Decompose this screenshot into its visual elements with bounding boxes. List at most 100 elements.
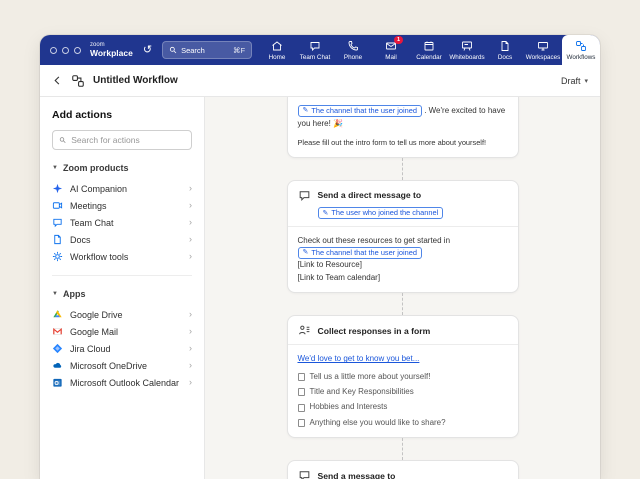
sidebar-item-microsoft-outlook-calendar[interactable]: Microsoft Outlook Calendar › (52, 374, 192, 391)
sidebar-item-workflow-tools[interactable]: Workflow tools › (52, 248, 192, 265)
form-field-icon (298, 388, 305, 396)
top-bar: zoom Workplace ↺ Search ⌘F Home Team Cha… (40, 35, 600, 65)
form-question-row: Anything else you would like to share? (298, 417, 508, 429)
form-field-icon (298, 373, 305, 381)
section-divider (52, 275, 192, 276)
chat-bubble-icon (298, 469, 311, 479)
form-field-icon (298, 404, 305, 412)
chevron-right-icon: › (189, 361, 192, 370)
nav-home[interactable]: Home (258, 35, 296, 65)
nav-calendar[interactable]: Calendar (410, 35, 448, 65)
status-badge: Draft (561, 76, 581, 86)
meetings-icon (52, 200, 63, 211)
message-text: Please fill out the intro form to tell u… (298, 137, 508, 149)
pencil-icon: ✎ (303, 248, 309, 259)
nav-whiteboards[interactable]: Whiteboards (448, 35, 486, 65)
chevron-right-icon: › (189, 252, 192, 261)
workspaces-icon (537, 40, 549, 52)
google-mail-icon (52, 326, 63, 337)
actions-search-input[interactable] (71, 135, 185, 145)
search-shortcut: ⌘F (233, 46, 245, 55)
message-text: Check out these resources to get started… (298, 235, 508, 247)
chevron-right-icon: › (189, 235, 192, 244)
caret-down-icon: ▼ (52, 291, 58, 297)
card-title: Send a direct message to (318, 190, 422, 200)
sidebar-item-google-mail[interactable]: Google Mail › (52, 323, 192, 340)
chevron-right-icon: › (189, 218, 192, 227)
phone-icon (347, 40, 359, 52)
form-person-icon (298, 324, 311, 337)
nav-team-chat[interactable]: Team Chat (296, 35, 334, 65)
form-question-row: Title and Key Responsibilities (298, 386, 508, 398)
workflow-card-collect-form[interactable]: Collect responses in a form We'd love to… (287, 315, 519, 438)
variable-chip[interactable]: ✎The user who joined the channel (318, 207, 444, 219)
zoom-window-button[interactable] (74, 47, 81, 54)
main-nav: Home Team Chat Phone 1 Mail Calendar (258, 35, 600, 65)
chevron-down-icon: ▾ (584, 77, 588, 85)
back-button[interactable] (52, 75, 63, 86)
home-icon (271, 40, 283, 52)
nav-workflows[interactable]: Workflows (562, 35, 600, 65)
team-chat-icon (52, 217, 63, 228)
sidebar-item-docs[interactable]: Docs › (52, 231, 192, 248)
variable-chip[interactable]: ✎The channel that the user joined (298, 105, 422, 117)
pencil-icon: ✎ (323, 209, 329, 217)
nav-mail[interactable]: 1 Mail (372, 35, 410, 65)
nav-phone[interactable]: Phone (334, 35, 372, 65)
workflow-canvas[interactable]: ✎The channel that the user joined . We'r… (205, 97, 600, 479)
link-placeholder: [Link to Resource] (298, 259, 508, 271)
card-title: Send a message to (318, 471, 396, 479)
mail-badge: 1 (394, 36, 403, 44)
history-icon[interactable]: ↺ (143, 45, 152, 56)
chevron-right-icon: › (189, 327, 192, 336)
search-icon (169, 46, 177, 54)
sidebar-item-team-chat[interactable]: Team Chat › (52, 214, 192, 231)
nav-docs[interactable]: Docs (486, 35, 524, 65)
message-text: ✎The channel that the user joined . We'r… (298, 105, 508, 131)
form-title-link[interactable]: We'd love to get to know you bet... (298, 353, 420, 365)
variable-chip[interactable]: ✎The channel that the user joined (298, 247, 422, 259)
actions-search[interactable] (52, 130, 192, 150)
ai-companion-icon (52, 183, 63, 194)
workflow-header: Untitled Workflow Draft ▾ (40, 65, 600, 97)
docs-icon (52, 234, 63, 245)
card-title: Collect responses in a form (318, 326, 431, 336)
draft-status-dropdown[interactable]: Draft ▾ (561, 76, 588, 86)
flow-connector (402, 158, 403, 180)
chevron-right-icon: › (189, 184, 192, 193)
workflow-card-channel-message[interactable]: Send a message to ✎The channel that the … (287, 460, 519, 479)
nav-workspaces[interactable]: Workspaces (524, 35, 562, 65)
minimize-window-button[interactable] (62, 47, 69, 54)
sidebar-item-jira-cloud[interactable]: Jira Cloud › (52, 340, 192, 357)
workflow-flow: ✎The channel that the user joined . We'r… (287, 97, 519, 479)
docs-icon (499, 40, 511, 52)
outlook-calendar-icon (52, 377, 63, 388)
chevron-left-icon (52, 75, 63, 86)
sidebar-item-meetings[interactable]: Meetings › (52, 197, 192, 214)
global-search[interactable]: Search ⌘F (162, 41, 252, 59)
sidebar-item-google-drive[interactable]: Google Drive › (52, 306, 192, 323)
chevron-right-icon: › (189, 378, 192, 387)
sidebar-title: Add actions (52, 109, 192, 121)
window-controls[interactable] (40, 47, 81, 54)
chevron-right-icon: › (189, 201, 192, 210)
sidebar-item-microsoft-onedrive[interactable]: Microsoft OneDrive › (52, 357, 192, 374)
flow-connector (402, 293, 403, 315)
caret-down-icon: ▼ (52, 165, 58, 171)
form-question-row: Tell us a little more about yourself! (298, 371, 508, 383)
section-apps[interactable]: ▼ Apps (52, 289, 192, 299)
chat-bubble-icon (298, 189, 311, 202)
gear-icon (52, 251, 63, 262)
zoom-workplace-logo: zoom Workplace (90, 42, 133, 57)
workflow-card-direct-message[interactable]: Send a direct message to ✎The user who j… (287, 180, 519, 294)
sidebar-item-ai-companion[interactable]: AI Companion › (52, 180, 192, 197)
section-zoom-products[interactable]: ▼ Zoom products (52, 163, 192, 173)
pencil-icon: ✎ (303, 105, 309, 116)
form-field-icon (298, 419, 305, 427)
chevron-right-icon: › (189, 310, 192, 319)
jira-icon (52, 343, 63, 354)
workflow-card-welcome-message[interactable]: ✎The channel that the user joined . We'r… (287, 97, 519, 158)
google-drive-icon (52, 309, 63, 320)
workflows-icon (575, 40, 587, 52)
close-window-button[interactable] (50, 47, 57, 54)
